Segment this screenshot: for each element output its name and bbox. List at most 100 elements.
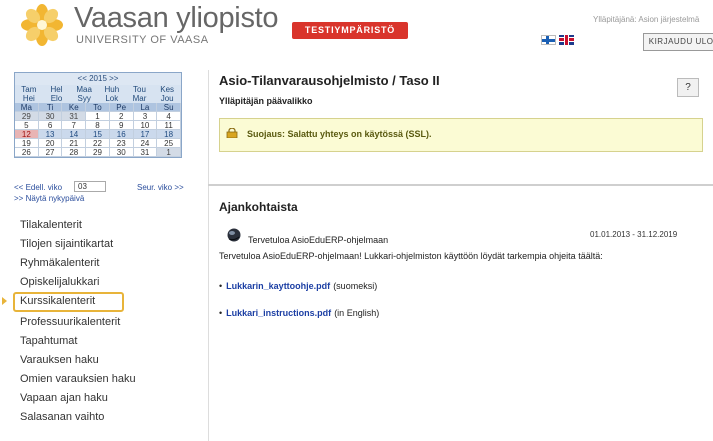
week-number-input[interactable]: 03 [74,181,106,192]
calendar-day[interactable]: 23 [109,139,134,148]
page-title: Asio-Tilanvarausohjelmisto / Taso II [219,73,440,88]
calendar-day[interactable]: 16 [109,130,134,139]
sidebar-item-course-calendars[interactable]: Kurssikalenterit [20,295,95,307]
logged-in-user-info: Ylläpitäjänä: Asion järjestelmä [593,15,700,24]
calendar-day[interactable]: 11 [157,121,181,130]
selected-arrow-icon [2,297,7,305]
university-name: Vaasan yliopisto [74,2,279,34]
calendar-day[interactable]: 30 [109,148,134,157]
calendar-day[interactable]: 26 [15,148,39,157]
sidebar-item-room-calendars[interactable]: Tilakalenterit [20,219,82,231]
calendar-grid: Ma Ti Ke To Pe La Su 29 30 31 1 2 3 4 5 … [15,103,181,157]
month-aug[interactable]: Elo [43,94,71,103]
sidebar-item-change-password[interactable]: Salasanan vaihto [20,411,104,423]
month-oct[interactable]: Lok [98,94,126,103]
month-sep[interactable]: Syy [70,94,98,103]
calendar-day[interactable]: 8 [86,121,110,130]
globe-icon [227,228,241,242]
pdf-link-finnish[interactable]: Lukkarin_kayttoohje.pdf [226,281,330,291]
university-name-english: UNIVERSITY OF VAASA [76,34,209,46]
sidebar-item-reservation-search[interactable]: Varauksen haku [20,354,99,366]
calendar-day[interactable]: 22 [86,139,110,148]
sidebar-item-professorship-calendars[interactable]: Professuurikalenterit [20,316,120,328]
calendar-day[interactable]: 28 [62,148,87,157]
calendar-day[interactable]: 25 [157,139,181,148]
next-week-link[interactable]: Seur. viko >> [137,183,184,192]
section-divider [208,184,713,186]
calendar-day[interactable]: 21 [62,139,87,148]
calendar-day[interactable]: 2 [109,112,134,121]
show-today-link[interactable]: >> Näytä nykypäivä [14,194,84,203]
weekday-header: Ti [38,103,63,112]
finnish-flag-icon[interactable] [541,35,556,45]
calendar-day[interactable]: 9 [109,121,134,130]
calendar-day[interactable]: 30 [38,112,63,121]
month-jun[interactable]: Kes [153,85,181,94]
sidebar-item-free-time-search[interactable]: Vapaan ajan haku [20,392,108,404]
sidebar-item-own-reservations-search[interactable]: Omien varauksien haku [20,373,136,385]
calendar-year-nav[interactable]: << 2015 >> [15,73,181,85]
calendar-day[interactable]: 18 [157,130,181,139]
logout-button[interactable]: KIRJAUDU ULOS [643,33,713,51]
weekday-header: Ke [62,103,87,112]
calendar-day[interactable]: 3 [133,112,158,121]
calendar-year-label[interactable]: << 2015 >> [78,74,119,83]
month-dec[interactable]: Jou [153,94,181,103]
sidebar-divider [208,70,209,441]
weekday-header: La [133,103,158,112]
calendar-day[interactable]: 15 [86,130,110,139]
bullet: • [219,308,223,318]
month-nov[interactable]: Mar [126,94,154,103]
calendar-months-row-2: Hei Elo Syy Lok Mar Jou [15,94,181,103]
university-logo-icon [21,4,63,46]
month-apr[interactable]: Huh [98,85,126,94]
english-flag-icon[interactable] [559,35,574,45]
month-jul[interactable]: Hei [15,94,43,103]
bullet: • [219,281,223,291]
sidebar-item-student-timetable[interactable]: Opiskelijalukkari [20,276,99,288]
previous-week-link[interactable]: << Edell. viko [14,183,62,192]
calendar-day[interactable]: 7 [62,121,87,130]
calendar-day[interactable]: 4 [157,112,181,121]
weekday-header: Pe [109,103,134,112]
list-item: • Lukkarin_kayttoohje.pdf (suomeksi) [219,281,377,291]
month-mar[interactable]: Maa [70,85,98,94]
calendar-day[interactable]: 27 [38,148,63,157]
sidebar-item-group-calendars[interactable]: Ryhmäkalenterit [20,257,99,269]
week-navigation: << Edell. viko 03 Seur. viko >> [14,181,190,193]
calendar-day[interactable]: 1 [86,112,110,121]
mini-calendar: << 2015 >> Tam Hel Maa Huh Tou Kes Hei E… [14,72,182,158]
link-language-note: (suomeksi) [333,281,378,291]
calendar-day[interactable]: 29 [86,148,110,157]
sidebar-item-room-maps[interactable]: Tilojen sijaintikartat [20,238,113,250]
calendar-day[interactable]: 24 [133,139,158,148]
calendar-day[interactable]: 31 [133,148,158,157]
security-text: Suojaus: Salattu yhteys on käytössä (SSL… [247,129,432,139]
calendar-day[interactable]: 14 [62,130,87,139]
link-language-note: (in English) [334,308,380,318]
pdf-link-english[interactable]: Lukkari_instructions.pdf [226,308,331,318]
month-may[interactable]: Tou [126,85,154,94]
calendar-day[interactable]: 13 [38,130,63,139]
news-title: Tervetuloa AsioEduERP-ohjelmaan [248,235,389,245]
calendar-day[interactable]: 5 [15,121,39,130]
calendar-day-today[interactable]: 12 [15,130,39,139]
news-body: Tervetuloa AsioEduERP-ohjelmaan! Lukkari… [219,251,603,261]
calendar-day[interactable]: 10 [133,121,158,130]
news-heading: Ajankohtaista [219,200,298,214]
calendar-day[interactable]: 19 [15,139,39,148]
lock-icon [226,128,238,138]
weekday-header: Su [157,103,181,112]
month-feb[interactable]: Hel [43,85,71,94]
calendar-day[interactable]: 20 [38,139,63,148]
list-item: • Lukkari_instructions.pdf (in English) [219,308,379,318]
calendar-day[interactable]: 1 [157,148,181,157]
calendar-day[interactable]: 31 [62,112,87,121]
calendar-day[interactable]: 29 [15,112,39,121]
month-jan[interactable]: Tam [15,85,43,94]
calendar-day[interactable]: 6 [38,121,63,130]
calendar-day[interactable]: 17 [133,130,158,139]
help-button[interactable]: ? [677,78,699,97]
sidebar-item-events[interactable]: Tapahtumat [20,335,77,347]
environment-badge: TESTIYMPÄRISTÖ [292,22,408,39]
